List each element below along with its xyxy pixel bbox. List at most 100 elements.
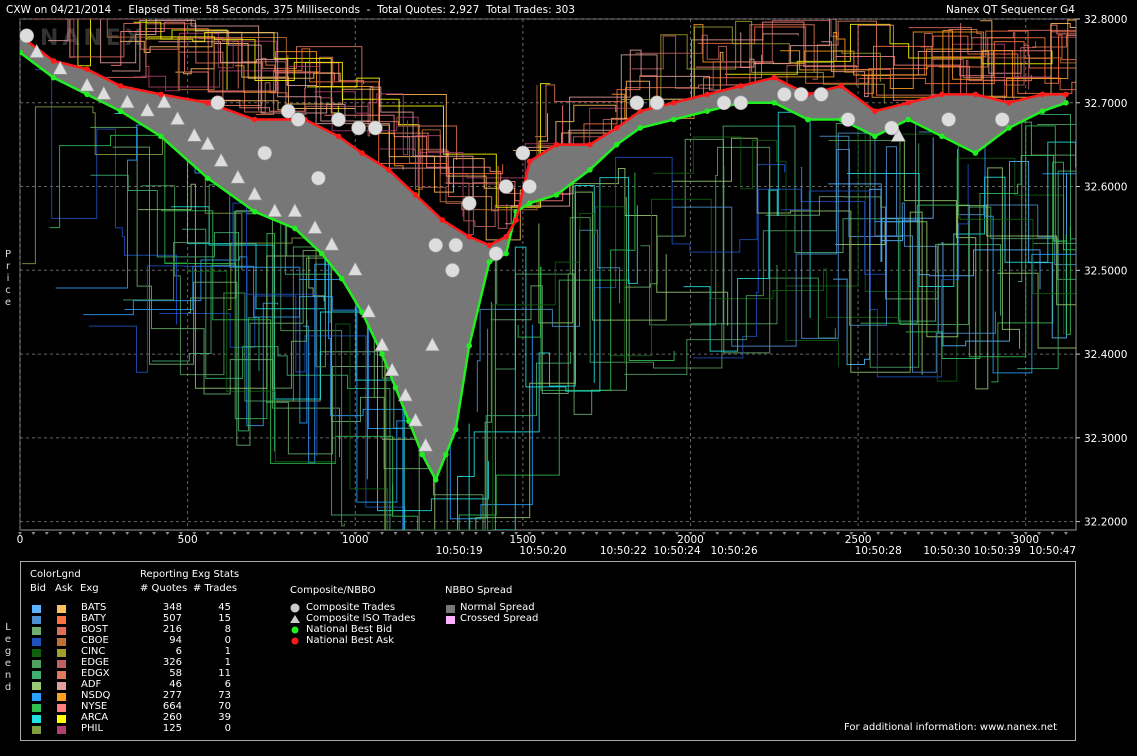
bid-color-swatch	[32, 704, 41, 712]
best-bid-point	[84, 91, 90, 98]
y-tick-label: 32.8000	[1084, 14, 1127, 26]
bid-color-swatch	[32, 605, 41, 613]
x-time-label: 10:50:30	[923, 545, 970, 557]
x-minor-tick	[661, 532, 666, 535]
x-minor-tick	[58, 532, 63, 535]
best-bid-point	[613, 141, 620, 148]
x-tick-label: 1000	[342, 534, 369, 546]
legend-panel: ColorLgnd Reporting Exg Stats Bid Ask Ex…	[20, 561, 1076, 741]
iso-trade-icon	[290, 615, 300, 623]
x-minor-tick	[219, 532, 224, 535]
best-ask-point	[1039, 91, 1046, 98]
best-ask-point	[737, 83, 744, 89]
x-minor-tick	[165, 532, 170, 535]
spread-item-1: Crossed Spread	[460, 613, 539, 624]
exchange-trades: 1	[224, 646, 231, 657]
best-bid-point	[553, 192, 560, 198]
composite-trade-point	[884, 120, 899, 136]
x-minor-tick	[232, 532, 237, 535]
best-ask-point	[503, 234, 509, 240]
x-minor-tick	[272, 532, 277, 535]
best-bid-point	[1063, 99, 1069, 106]
col-trades: # Trades	[193, 583, 238, 594]
ask-color-swatch	[57, 638, 66, 646]
x-minor-tick	[380, 532, 385, 535]
best-ask-point	[50, 58, 57, 64]
exchange-quotes: 326	[162, 657, 182, 668]
x-minor-tick	[433, 532, 438, 535]
ask-color-swatch	[57, 616, 66, 624]
best-bid-point	[442, 451, 449, 458]
bid-color-swatch	[32, 715, 41, 723]
x-minor-tick	[460, 532, 465, 535]
best-ask-point	[466, 234, 473, 240]
x-minor-tick	[970, 532, 975, 535]
x-minor-tick	[152, 532, 157, 535]
info-text: For additional information: www.nanex.ne…	[844, 722, 1057, 733]
composite-trade-point	[311, 170, 326, 186]
exchange-trades: 11	[218, 668, 231, 679]
best-ask-point	[771, 74, 778, 81]
x-minor-tick	[85, 532, 90, 535]
composite-trade-point	[716, 95, 732, 111]
x-minor-tick	[782, 532, 787, 535]
bid-color-swatch	[32, 660, 41, 668]
best-ask-point	[385, 166, 392, 173]
x-minor-tick	[473, 532, 478, 535]
y-tick-label: 32.2000	[1084, 517, 1127, 529]
composite-trade-point	[331, 112, 346, 127]
nanex-watermark: NANEX	[40, 26, 146, 51]
x-time-label: 10:50:20	[519, 545, 566, 557]
x-axis: 0 500 1000 1500 2000 2500 300010:50:19 10:50:20…	[17, 532, 1076, 557]
best-ask-point	[972, 91, 979, 98]
exchange-name: CBOE	[81, 635, 109, 646]
stats-title: Reporting Exg Stats	[140, 569, 240, 580]
best-bid-point	[453, 426, 459, 433]
exchange-name: PHIL	[81, 723, 104, 734]
x-minor-tick	[956, 532, 961, 535]
best-bid-point	[670, 116, 677, 123]
composite-item-2: National Best Bid	[306, 624, 393, 635]
exchange-name: EDGX	[81, 668, 110, 679]
x-minor-tick	[742, 532, 747, 535]
x-time-label: 10:50:47	[1029, 545, 1076, 557]
x-minor-tick	[313, 532, 318, 535]
x-minor-tick	[299, 532, 304, 535]
best-ask-point	[838, 83, 845, 89]
best-bid-point	[526, 200, 533, 207]
x-time-label: 10:50:22	[600, 545, 647, 557]
exchange-trades: 73	[218, 690, 231, 701]
best-ask-point	[117, 83, 124, 89]
x-minor-tick	[71, 532, 76, 535]
best-ask-point	[359, 150, 365, 156]
exchange-trades: 6	[224, 679, 231, 690]
x-minor-tick	[634, 532, 639, 535]
x-minor-tick	[943, 532, 948, 535]
x-minor-tick	[822, 532, 827, 535]
best-bid-point	[392, 384, 399, 391]
best-ask-point	[613, 125, 620, 131]
composite-trade-point	[941, 112, 956, 127]
exchange-trades: 39	[218, 712, 231, 723]
x-minor-tick	[795, 532, 800, 535]
composite-trade-point	[445, 263, 460, 278]
best-bid-point	[905, 116, 912, 123]
x-minor-tick	[929, 532, 934, 535]
x-minor-tick	[809, 532, 814, 535]
composite-trade-point	[20, 28, 35, 44]
best-bid-point	[318, 250, 325, 257]
bid-color-swatch	[32, 693, 41, 701]
x-minor-tick	[1063, 532, 1068, 535]
best-bid-point	[204, 175, 211, 181]
x-minor-tick	[916, 532, 921, 535]
ask-color-swatch	[57, 693, 66, 701]
best-ask-point	[553, 141, 560, 148]
best-bid-point	[158, 133, 164, 140]
y-tick-label: 32.4000	[1084, 349, 1127, 361]
crossed-spread-swatch	[446, 616, 455, 624]
best-ask-point	[670, 99, 677, 106]
best-bid-point	[939, 133, 945, 140]
x-minor-tick	[487, 532, 492, 535]
col-ask: Ask	[55, 583, 73, 594]
bid-color-swatch	[32, 726, 41, 734]
